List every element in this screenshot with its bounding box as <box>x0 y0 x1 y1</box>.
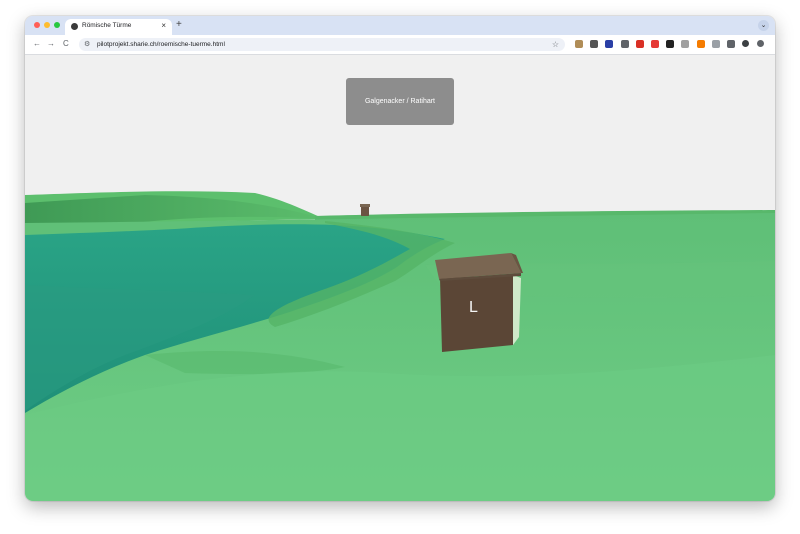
extension-11-icon[interactable] <box>727 40 735 48</box>
maximize-window-button[interactable] <box>54 22 60 28</box>
3d-scene-viewport[interactable]: L Galgenacker / Ratihart <box>25 55 775 501</box>
tab-search-button[interactable]: ⌄ <box>758 20 769 31</box>
new-tab-button[interactable]: + <box>176 19 182 31</box>
tab-roemische-tuerme[interactable]: Römische Türme × <box>65 19 172 35</box>
globe-icon <box>71 23 78 30</box>
minimize-window-button[interactable] <box>44 22 50 28</box>
menu-icon[interactable] <box>757 40 765 47</box>
tab-strip: Römische Türme × + ⌄ <box>25 16 775 35</box>
location-panel[interactable]: Galgenacker / Ratihart <box>346 78 454 125</box>
tune-icon[interactable]: ⚙ <box>84 40 90 49</box>
extension-1-icon[interactable] <box>575 40 583 48</box>
forward-button[interactable]: → <box>47 39 55 49</box>
tower-label: L <box>469 299 478 316</box>
extension-5-icon[interactable] <box>635 40 644 48</box>
extension-2-icon[interactable] <box>590 40 599 48</box>
extension-6-icon[interactable] <box>651 40 659 48</box>
distant-tower[interactable] <box>361 206 369 216</box>
extension-3-icon[interactable] <box>605 40 614 48</box>
address-bar[interactable]: ⚙ pilotprojekt.sharie.ch/roemische-tuerm… <box>79 38 565 51</box>
tab-title: Römische Türme <box>82 22 132 29</box>
url-text[interactable]: pilotprojekt.sharie.ch/roemische-tuerme.… <box>97 40 225 49</box>
browser-toolbar: ← → C ⚙ pilotprojekt.sharie.ch/roemische… <box>25 35 775 55</box>
tower-l[interactable] <box>435 253 523 352</box>
extension-4-icon[interactable] <box>620 40 629 48</box>
extension-7-icon[interactable] <box>666 40 675 48</box>
extension-8-icon[interactable] <box>681 40 690 48</box>
back-button[interactable]: ← <box>33 39 41 49</box>
extension-10-icon[interactable] <box>711 40 720 48</box>
reload-button[interactable]: C <box>63 39 69 49</box>
extension-9-icon[interactable] <box>696 40 705 48</box>
profile-icon[interactable] <box>742 40 750 47</box>
tab-close-button[interactable]: × <box>161 21 166 31</box>
bookmark-star-icon[interactable]: ☆ <box>552 39 559 50</box>
close-window-button[interactable] <box>34 22 40 28</box>
browser-window: Römische Türme × + ⌄ ← → C ⚙ pilotprojek… <box>25 16 775 501</box>
